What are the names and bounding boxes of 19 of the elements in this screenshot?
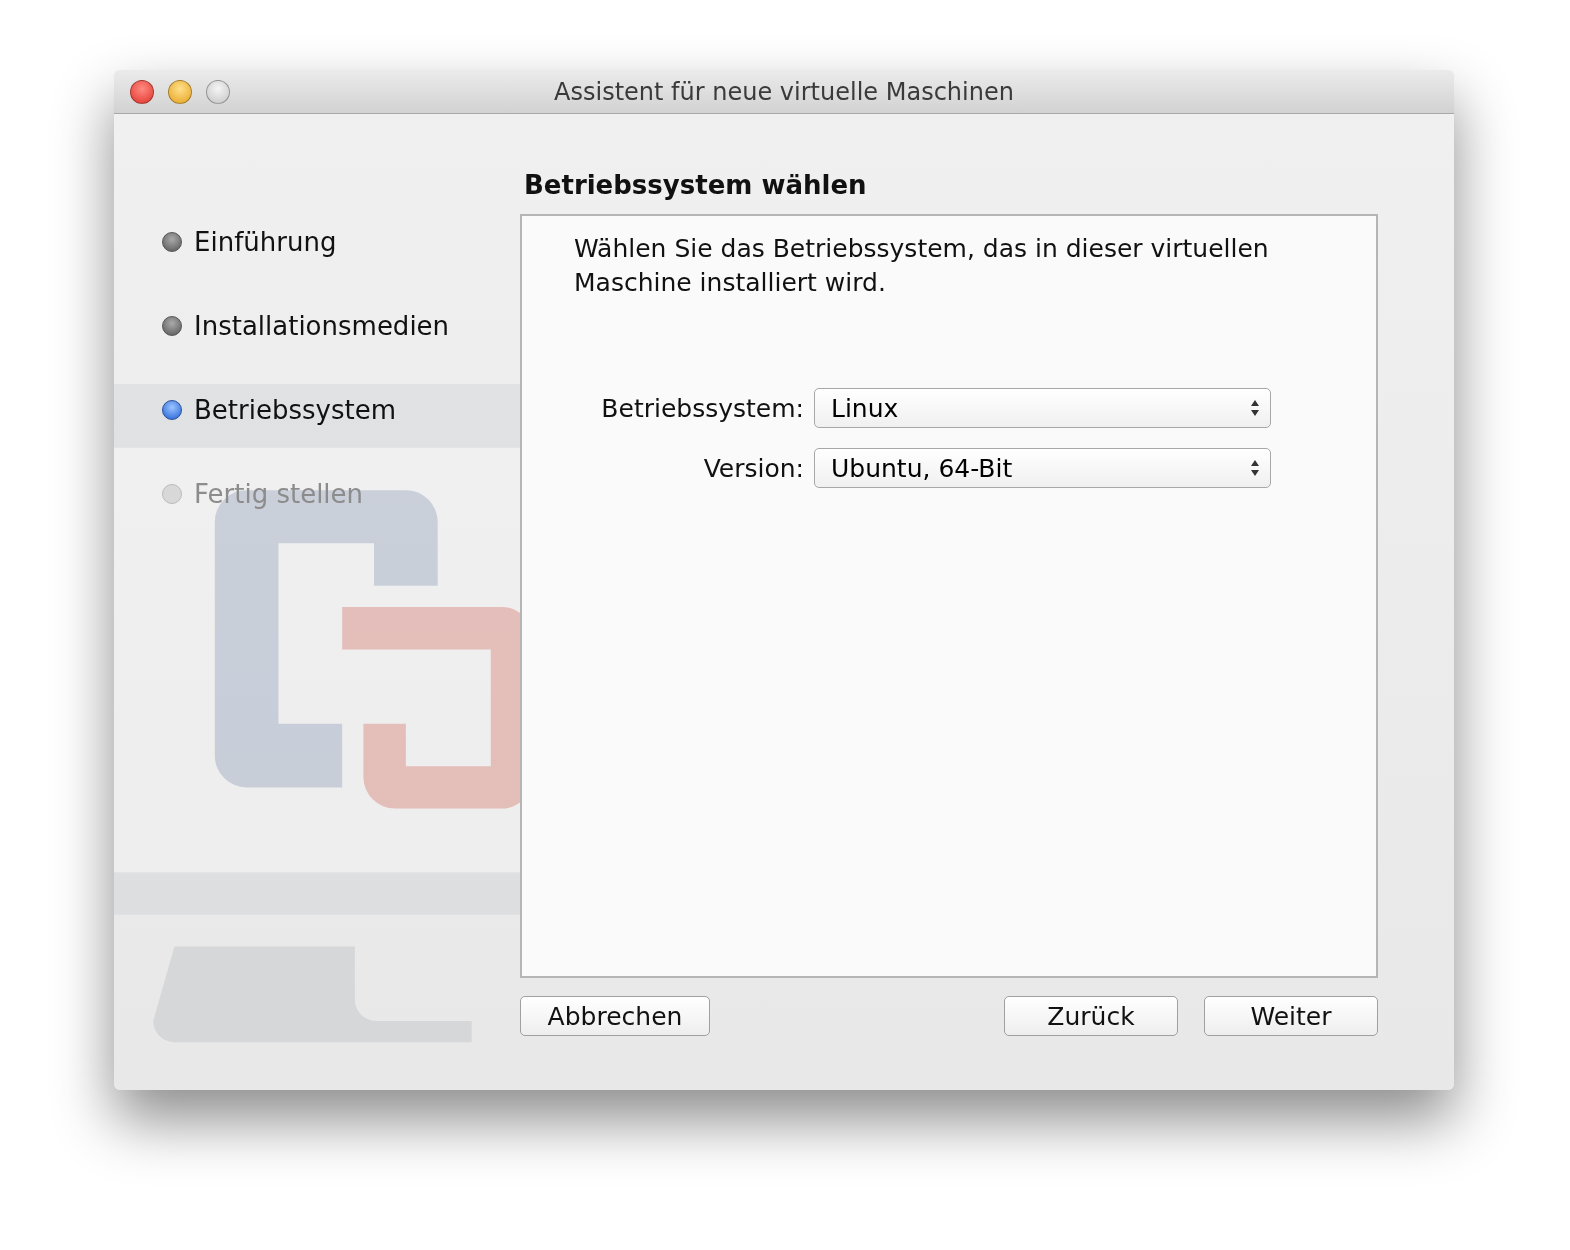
zoom-button[interactable] [206,79,230,104]
step-label: Betriebssystem [194,395,396,425]
description-text: Wählen Sie das Betriebssystem, das in dieser virtuellen Maschine installiert wird. [574,233,1270,299]
field-label: Version: [702,453,804,483]
minimize-button[interactable] [168,79,192,104]
back-button[interactable]: Zurück [1004,996,1178,1036]
stepper-arrows-icon [1250,399,1260,417]
next-button[interactable]: Weiter [1204,996,1378,1036]
step-label: Fertig stellen [194,479,364,509]
close-button[interactable] [130,79,154,104]
window-title: Assistent für neue virtuelle Maschinen [553,77,1015,106]
stepper-arrows-icon [1250,459,1260,477]
step-label: Einführung [194,227,337,257]
page-heading: Betriebssystem wählen [524,170,868,200]
step-label: Installationsmedien [194,311,450,341]
popup-menu[interactable]: Ubuntu, 64-Bit [814,448,1271,488]
popup-menu[interactable]: Linux [814,388,1271,428]
field-label: Betriebssystem: [600,393,804,423]
cancel-button[interactable]: Abbrechen [520,996,710,1036]
